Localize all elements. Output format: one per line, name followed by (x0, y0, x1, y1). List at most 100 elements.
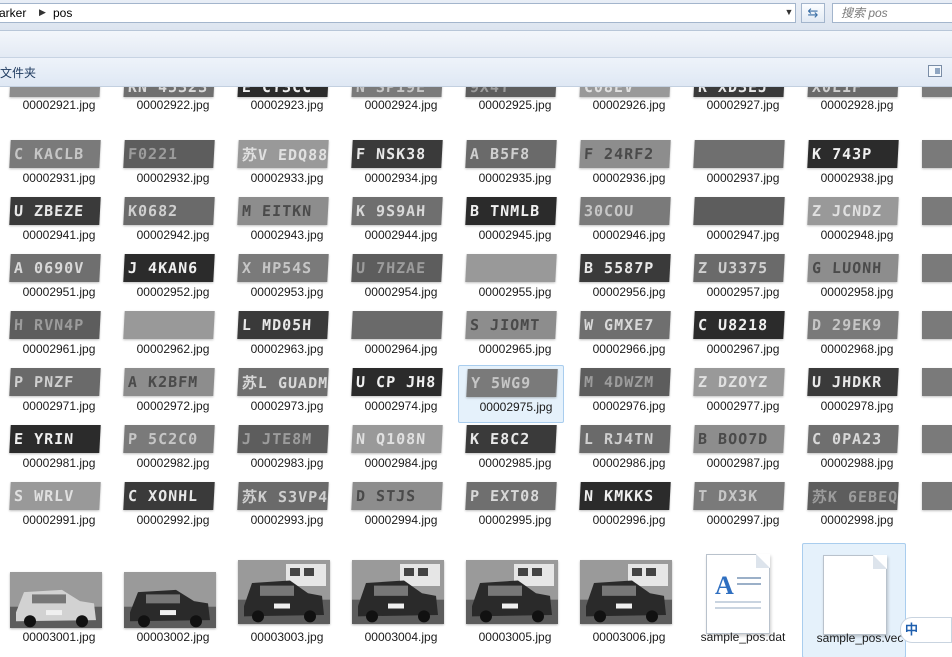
file-item-partial[interactable] (922, 482, 952, 510)
file-item[interactable]: C XONHL 00002992.jpg (116, 482, 220, 535)
file-item[interactable]: Z DZOYZ 00002977.jpg (686, 368, 790, 421)
file-item[interactable]: 9X4T 00002925.jpg (458, 87, 562, 124)
file-item[interactable]: M 4DWZM 00002976.jpg (572, 368, 676, 421)
file-item[interactable]: J JTE8M 00002983.jpg (230, 425, 334, 478)
file-item[interactable]: E CY3CC 00002923.jpg (230, 87, 334, 124)
file-item[interactable]: S JIOMT 00002965.jpg (458, 311, 562, 364)
plate-text: P 5C2C0 (127, 430, 199, 448)
file-item[interactable]: X HP54S 00002953.jpg (230, 254, 334, 307)
file-item[interactable]: N SP19E 00002924.jpg (344, 87, 448, 124)
breadcrumb-item[interactable]: pos (53, 6, 72, 20)
file-item-partial[interactable] (922, 254, 952, 282)
file-item[interactable]: 00003003.jpg (230, 560, 334, 650)
file-item[interactable]: D STJS 00002994.jpg (344, 482, 448, 535)
file-item[interactable]: 苏K 6EBEQ 00002998.jpg (800, 482, 904, 535)
watermark-badge: 中 (900, 617, 952, 643)
file-item[interactable]: 苏L GUADM 00002973.jpg (230, 368, 334, 421)
file-name: 00002987.jpg (706, 456, 780, 470)
file-name: 00002992.jpg (136, 513, 210, 527)
file-item[interactable]: U ZBEZE 00002941.jpg (2, 197, 106, 250)
file-item[interactable]: C 0PA23 00002988.jpg (800, 425, 904, 478)
file-item[interactable]: S WRLV 00002991.jpg (2, 482, 106, 535)
file-item[interactable]: D 29EK9 00002968.jpg (800, 311, 904, 364)
breadcrumb-chevron-icon[interactable]: ▶ (39, 7, 46, 18)
file-item[interactable]: W GMXE7 00002966.jpg (572, 311, 676, 364)
file-item[interactable]: U 7HZAE 00002954.jpg (344, 254, 448, 307)
file-item[interactable]: P EXT08 00002995.jpg (458, 482, 562, 535)
file-item-partial[interactable] (922, 368, 952, 396)
file-item[interactable]: 00002955.jpg (458, 254, 562, 307)
file-item[interactable]: K0682 00002942.jpg (116, 197, 220, 250)
file-item[interactable]: Z U3375 00002957.jpg (686, 254, 790, 307)
file-name: 00002953.jpg (250, 285, 324, 299)
file-item[interactable]: K E8C2 00002985.jpg (458, 425, 562, 478)
file-item[interactable]: B BOO7D 00002987.jpg (686, 425, 790, 478)
file-item[interactable]: J 4KAN6 00002952.jpg (116, 254, 220, 307)
file-name: 00003004.jpg (364, 630, 438, 644)
file-item[interactable]: B TNMLB 00002945.jpg (458, 197, 562, 250)
search-box[interactable] (832, 3, 952, 23)
file-item[interactable]: A B5F8 00002935.jpg (458, 140, 562, 193)
file-item[interactable]: R XD3EJ 00002927.jpg (686, 87, 790, 124)
car-photo-thumbnail (352, 560, 444, 624)
file-item[interactable]: F NSK38 00002934.jpg (344, 140, 448, 193)
file-item[interactable]: 苏K S3VP4 00002993.jpg (230, 482, 334, 535)
file-item[interactable]: 00002921.jpg (2, 87, 106, 124)
file-item[interactable]: K 743P 00002938.jpg (800, 140, 904, 193)
file-item[interactable]: Z JCNDZ 00002948.jpg (800, 197, 904, 250)
file-item[interactable]: 苏V EDQ88 00002933.jpg (230, 140, 334, 193)
file-item-partial[interactable] (922, 311, 952, 339)
file-item-partial[interactable] (922, 87, 952, 97)
file-item[interactable]: K 9S9AH 00002944.jpg (344, 197, 448, 250)
file-item[interactable]: M EITKN 00002943.jpg (230, 197, 334, 250)
refresh-button[interactable]: ⇆ (801, 3, 825, 23)
file-item[interactable]: U CP JH8 00002974.jpg (344, 368, 448, 421)
file-item[interactable]: 00003002.jpg (116, 560, 220, 650)
file-item[interactable]: N KMKKS 00002996.jpg (572, 482, 676, 535)
file-item[interactable]: 00003005.jpg (458, 560, 562, 650)
file-item[interactable]: G LUONH 00002958.jpg (800, 254, 904, 307)
file-item[interactable]: C U8218 00002967.jpg (686, 311, 790, 364)
file-item[interactable]: B 5587P 00002956.jpg (572, 254, 676, 307)
address-field[interactable]: arker ▶ pos (0, 3, 796, 23)
file-item[interactable]: sample_pos.vec (802, 543, 906, 657)
file-item[interactable]: KN 45323 00002922.jpg (116, 87, 220, 124)
file-item[interactable]: 00002962.jpg (116, 311, 220, 364)
file-item[interactable]: A K2BFM 00002972.jpg (116, 368, 220, 421)
file-item-partial[interactable] (922, 197, 952, 225)
preview-pane-icon[interactable] (928, 65, 942, 77)
plate-text: 苏K S3VP4 (241, 487, 329, 506)
file-item[interactable]: P PNZF 00002971.jpg (2, 368, 106, 421)
file-item[interactable]: Y 5WG9 00002975.jpg (458, 365, 564, 423)
plate-thumbnail: 苏K S3VP4 (237, 482, 329, 510)
search-input[interactable] (841, 5, 951, 21)
file-item[interactable]: H RVN4P 00002961.jpg (2, 311, 106, 364)
file-item[interactable]: N Q108N 00002984.jpg (344, 425, 448, 478)
file-item[interactable]: Asample_pos.dat (686, 554, 790, 650)
file-item[interactable]: X0L1F 00002928.jpg (800, 87, 904, 124)
file-item[interactable]: E YRIN 00002981.jpg (2, 425, 106, 478)
file-item[interactable]: 00003001.jpg (2, 560, 106, 650)
breadcrumb-item[interactable]: arker (0, 6, 26, 20)
file-item-partial[interactable] (922, 140, 952, 168)
file-item[interactable]: C KACLB 00002931.jpg (2, 140, 106, 193)
file-item-partial[interactable] (922, 425, 952, 453)
file-item[interactable]: T DX3K 00002997.jpg (686, 482, 790, 535)
file-item[interactable]: 00003004.jpg (344, 560, 448, 650)
file-item[interactable]: U JHDKR 00002978.jpg (800, 368, 904, 421)
file-item[interactable]: 00002937.jpg (686, 140, 790, 193)
file-item[interactable]: L MD05H 00002963.jpg (230, 311, 334, 364)
plate-thumbnail: X HP54S (237, 254, 329, 282)
file-item[interactable]: F 24RF2 00002936.jpg (572, 140, 676, 193)
file-item[interactable]: L RJ4TN 00002986.jpg (572, 425, 676, 478)
file-item[interactable]: F0221 00002932.jpg (116, 140, 220, 193)
file-item[interactable]: 00003006.jpg (572, 560, 676, 650)
file-item[interactable]: A 0690V 00002951.jpg (2, 254, 106, 307)
file-item[interactable]: 30COU 00002946.jpg (572, 197, 676, 250)
file-item[interactable]: P 5C2C0 00002982.jpg (116, 425, 220, 478)
file-item[interactable]: 00002964.jpg (344, 311, 448, 364)
file-item[interactable]: 00002947.jpg (686, 197, 790, 250)
file-item[interactable]: C08EV 00002926.jpg (572, 87, 676, 124)
address-dropdown-icon[interactable]: ▼ (781, 3, 797, 21)
plate-text: KN 45323 (127, 87, 209, 96)
